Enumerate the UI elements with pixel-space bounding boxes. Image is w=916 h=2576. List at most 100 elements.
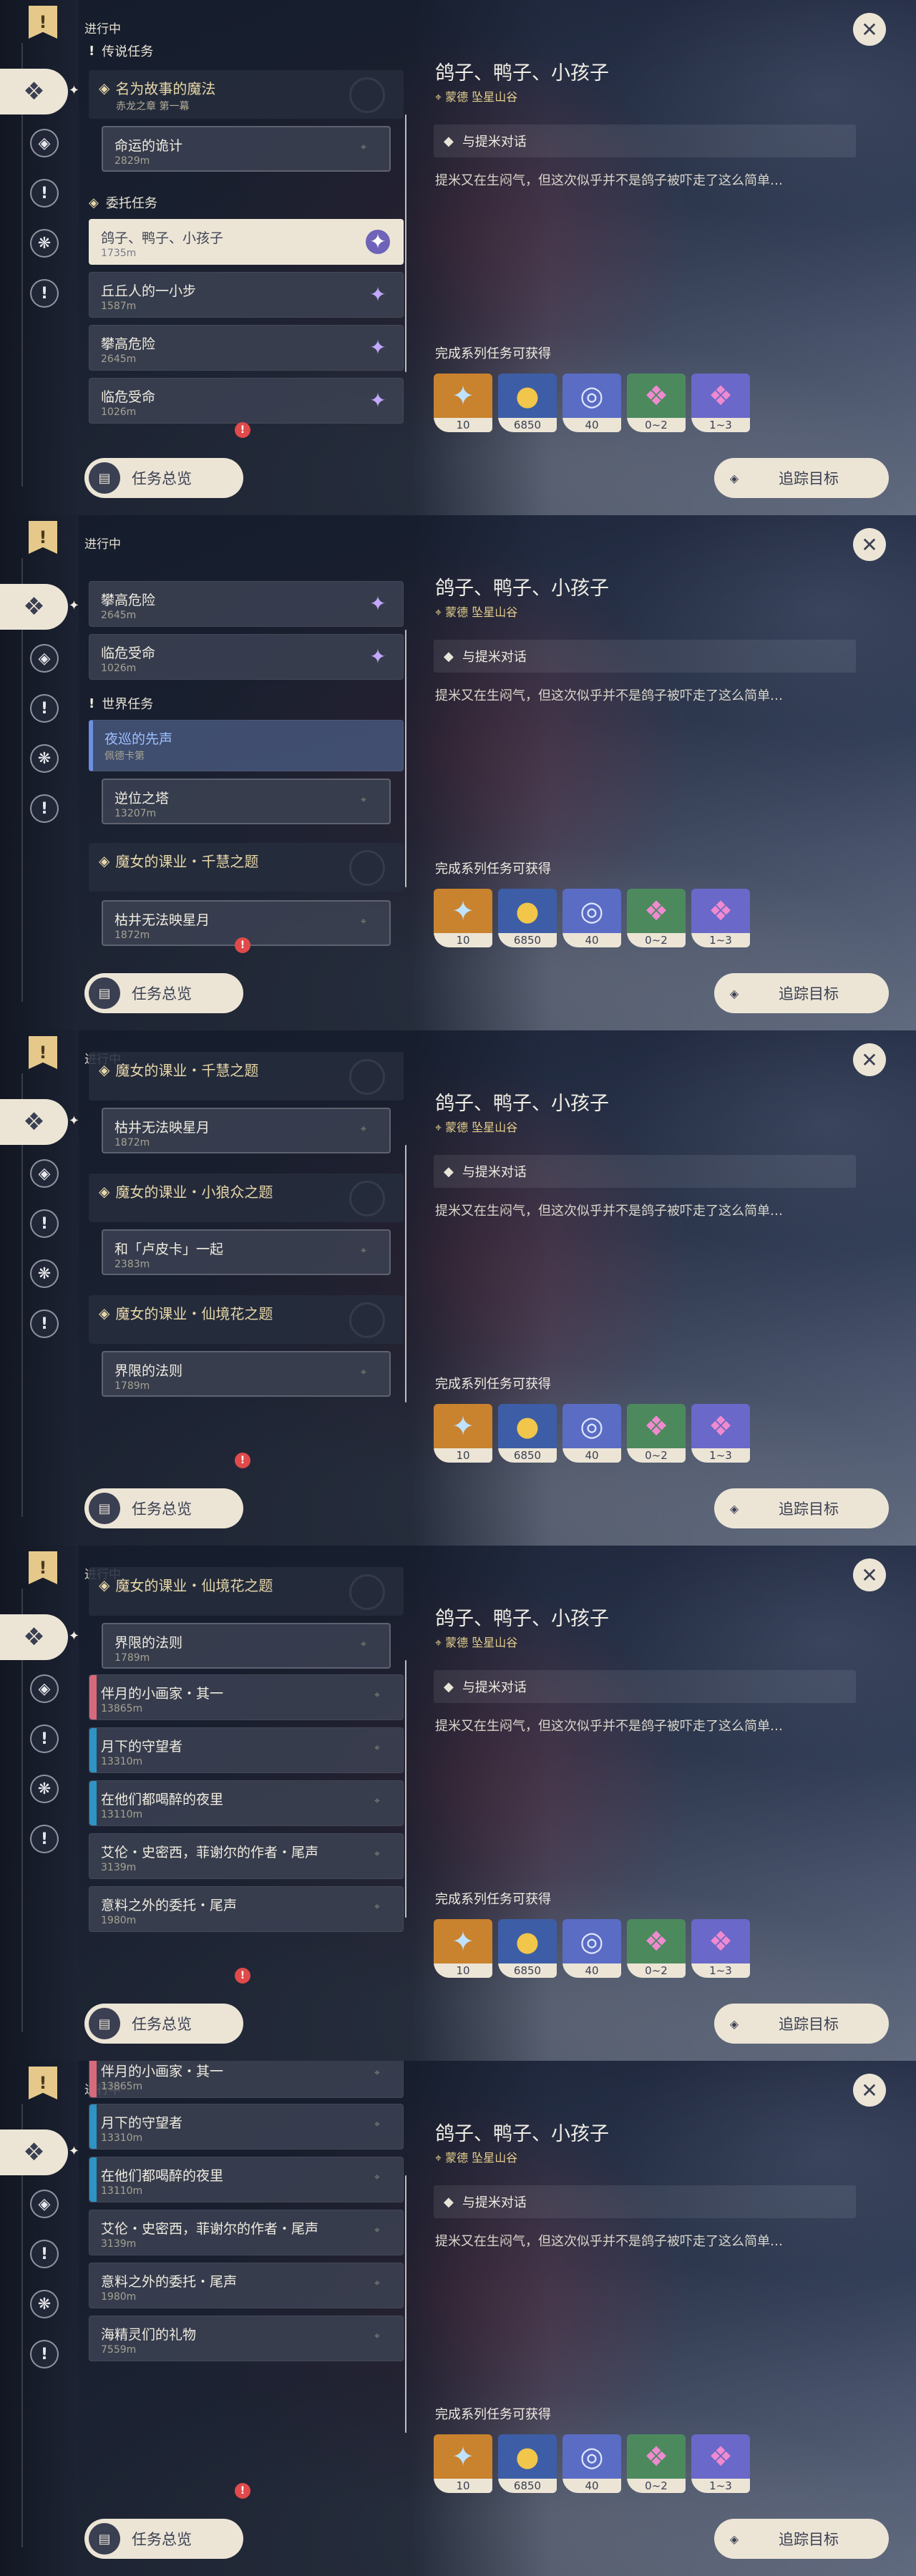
track-objective-button[interactable]: ◈ 追踪目标	[714, 973, 889, 1013]
reward-item[interactable]: ❖ 1~3	[691, 889, 750, 947]
reward-item[interactable]: ✦ 10	[434, 1404, 492, 1463]
archon-quest-tab[interactable]: ◈	[30, 2190, 59, 2218]
quest-overview-button[interactable]: ▤ 任务总览	[84, 973, 243, 1013]
quest-group[interactable]: ◈ 魔女的课业・仙境花之题	[89, 1295, 404, 1344]
map-pin-icon[interactable]: ⌖	[358, 794, 369, 809]
reward-item[interactable]: ❖ 0~2	[627, 1404, 686, 1463]
map-pin-icon[interactable]: ⌖	[371, 1901, 383, 1916]
quest-overview-button[interactable]: ▤ 任务总览	[84, 458, 243, 498]
reward-item[interactable]: ✦ 10	[434, 889, 492, 947]
map-pin-icon[interactable]: ⌖	[358, 916, 369, 930]
quest-flag-icon[interactable]: !	[29, 2067, 57, 2099]
map-pin-icon[interactable]: ⌖	[358, 1639, 369, 1653]
list-scrollbar[interactable]	[405, 1145, 406, 1402]
reward-item[interactable]: ◎ 40	[562, 1919, 621, 1978]
archon-quest-tab[interactable]: ◈	[30, 1674, 59, 1703]
quest-item[interactable]: 界限的法则 1789m ⌖	[102, 1623, 391, 1669]
track-objective-button[interactable]: ◈ 追踪目标	[714, 458, 889, 498]
quest-item[interactable]: 在他们都喝醉的夜里 13110m ⌖	[89, 2157, 404, 2202]
reward-item[interactable]: ● 6850	[498, 1919, 557, 1978]
quest-item[interactable]: 在他们都喝醉的夜里 13110m ⌖	[89, 1780, 404, 1826]
world-quest-tab[interactable]: !	[30, 279, 59, 308]
world-quest-tab[interactable]: !	[30, 1309, 59, 1338]
map-pin-icon[interactable]: ⌖	[371, 2331, 383, 2345]
quest-item[interactable]: 和「卢皮卡」一起 2383m ⌖	[102, 1229, 391, 1275]
commission-tab[interactable]: ❋	[30, 1259, 59, 1288]
reward-item[interactable]: ❖ 0~2	[627, 2434, 686, 2493]
reward-item[interactable]: ❖ 1~3	[691, 374, 750, 432]
close-button[interactable]: ✕	[853, 2074, 886, 2107]
map-pin-icon[interactable]: ⌖	[371, 1742, 383, 1757]
story-quest-tab[interactable]: !	[30, 1724, 59, 1753]
reward-item[interactable]: ◎ 40	[562, 374, 621, 432]
quest-overview-button[interactable]: ▤ 任务总览	[84, 2519, 243, 2559]
quest-item[interactable]: 丘丘人的一小步 1587m ✦	[89, 272, 404, 318]
map-pin-icon[interactable]: ⌖	[371, 1795, 383, 1810]
story-quest-tab[interactable]: !	[30, 179, 59, 208]
reward-item[interactable]: ◎ 40	[562, 2434, 621, 2493]
close-button[interactable]: ✕	[853, 13, 886, 46]
world-quest-tab[interactable]: !	[30, 794, 59, 823]
map-pin-icon[interactable]: ⌖	[358, 1123, 369, 1138]
quest-overview-button[interactable]: ▤ 任务总览	[84, 2004, 243, 2044]
map-pin-icon[interactable]: ⌖	[358, 1245, 369, 1259]
list-scrollbar[interactable]	[405, 2175, 406, 2433]
quest-flag-icon[interactable]: !	[29, 1036, 57, 1069]
commission-tab[interactable]: ❋	[30, 229, 59, 258]
reward-item[interactable]: ● 6850	[498, 1404, 557, 1463]
quest-item[interactable]: 艾伦・史密西，菲谢尔的作者・尾声 3139m ⌖	[89, 2210, 404, 2255]
reward-item[interactable]: ✦ 10	[434, 1919, 492, 1978]
map-pin-icon[interactable]: ⌖	[358, 1367, 369, 1381]
archon-quest-tab[interactable]: ◈	[30, 1159, 59, 1188]
list-scrollbar[interactable]	[405, 1660, 406, 1918]
quest-group[interactable]: ◈ 魔女的课业・千慧之题	[89, 1052, 404, 1101]
quest-item[interactable]: 攀高危险 2645m ✦	[89, 581, 404, 627]
track-objective-button[interactable]: ◈ 追踪目标	[714, 2004, 889, 2044]
quest-item[interactable]: 月下的守望者 13310m ⌖	[89, 1727, 404, 1773]
quest-item[interactable]: 命运的诡计 2829m ⌖	[102, 126, 391, 172]
quest-flag-icon[interactable]: !	[29, 521, 57, 554]
reward-item[interactable]: ◎ 40	[562, 889, 621, 947]
commission-tab[interactable]: ❋	[30, 744, 59, 773]
reward-item[interactable]: ❖ 0~2	[627, 374, 686, 432]
story-quest-tab[interactable]: !	[30, 1209, 59, 1238]
close-button[interactable]: ✕	[853, 528, 886, 561]
story-quest-tab[interactable]: !	[30, 2240, 59, 2268]
commission-tab[interactable]: ❋	[30, 2290, 59, 2318]
quest-item[interactable]: 伴月的小画家・其一 13865m ⌖	[89, 1674, 404, 1720]
quest-item[interactable]: 意料之外的委托・尾声 1980m ⌖	[89, 1886, 404, 1932]
commission-tab[interactable]: ❋	[30, 1775, 59, 1803]
world-quest-tab[interactable]: !	[30, 2340, 59, 2368]
reward-item[interactable]: ❖ 1~3	[691, 1919, 750, 1978]
quest-item[interactable]: 鸽子、鸭子、小孩子 1735m ✦	[89, 219, 404, 265]
story-quest-tab[interactable]: !	[30, 694, 59, 723]
map-pin-icon[interactable]: ⌖	[371, 2278, 383, 2292]
all-quests-tab[interactable]: ❖ ✦	[0, 69, 79, 114]
quest-overview-button[interactable]: ▤ 任务总览	[84, 1488, 243, 1528]
world-quest-item[interactable]: 夜巡的先声 佩德卡第	[89, 720, 404, 771]
map-pin-icon[interactable]: ⌖	[371, 1848, 383, 1863]
quest-item[interactable]: 艾伦・史密西，菲谢尔的作者・尾声 3139m ⌖	[89, 1833, 404, 1879]
close-button[interactable]: ✕	[853, 1558, 886, 1591]
quest-group[interactable]: ◈ 魔女的课业・小狼众之题	[89, 1174, 404, 1222]
map-pin-icon[interactable]: ⌖	[371, 1689, 383, 1704]
track-objective-button[interactable]: ◈ 追踪目标	[714, 1488, 889, 1528]
reward-item[interactable]: ❖ 0~2	[627, 1919, 686, 1978]
all-quests-tab[interactable]: ❖ ✦	[0, 2129, 79, 2175]
list-scrollbar[interactable]	[405, 114, 406, 372]
map-pin-icon[interactable]: ⌖	[371, 2119, 383, 2133]
quest-item[interactable]: 海精灵们的礼物 7559m ⌖	[89, 2316, 404, 2361]
reward-item[interactable]: ❖ 1~3	[691, 1404, 750, 1463]
quest-item[interactable]: 临危受命 1026m ✦	[89, 378, 404, 424]
reward-item[interactable]: ❖ 0~2	[627, 889, 686, 947]
reward-item[interactable]: ✦ 10	[434, 2434, 492, 2493]
archon-quest-tab[interactable]: ◈	[30, 129, 59, 157]
quest-item[interactable]: 攀高危险 2645m ✦	[89, 325, 404, 371]
quest-item[interactable]: 枯井无法映星月 1872m ⌖	[102, 1108, 391, 1153]
archon-quest-tab[interactable]: ◈	[30, 644, 59, 673]
all-quests-tab[interactable]: ❖ ✦	[0, 584, 79, 630]
quest-group[interactable]: ◈ 魔女的课业・仙境花之题	[89, 1567, 404, 1616]
world-quest-tab[interactable]: !	[30, 1825, 59, 1853]
quest-item[interactable]: 逆位之塔 13207m ⌖	[102, 779, 391, 824]
quest-flag-icon[interactable]: !	[29, 6, 57, 39]
